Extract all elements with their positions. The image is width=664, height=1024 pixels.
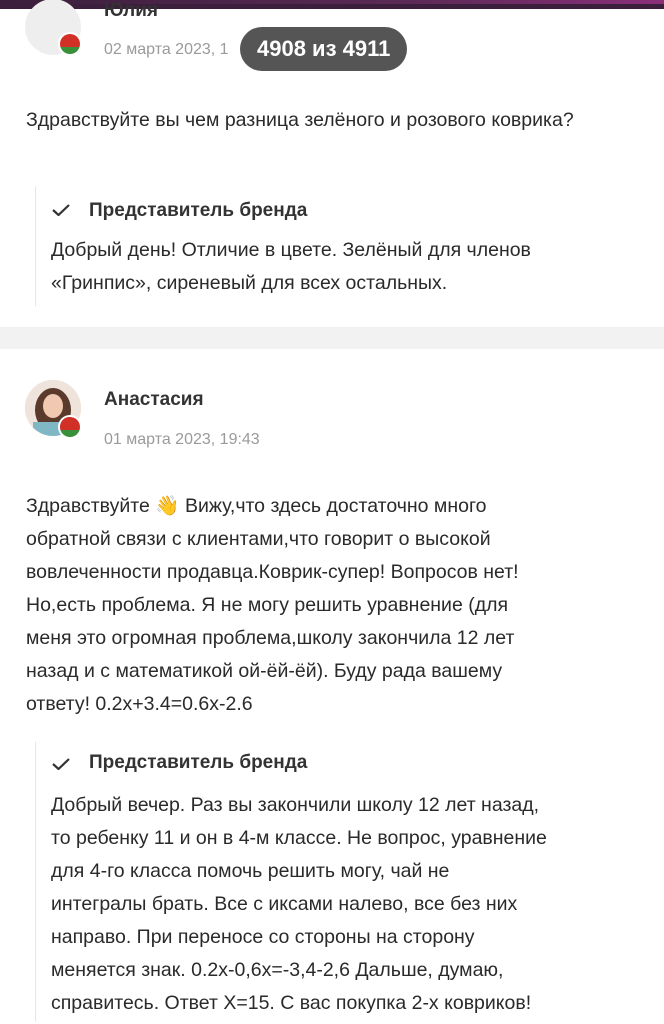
review-text-line: Но,есть проблема. Я не могу решить уравн…: [26, 594, 509, 616]
review-date: 01 марта 2023, 19:43: [104, 431, 260, 448]
review-text-line: назад и с математикой ой-ёй-ёй). Буду ра…: [26, 660, 503, 682]
brand-reply: Представитель бренда Добрый вечер. Раз в…: [35, 742, 547, 1022]
review-text-line: вовлеченности продавца.Коврик-супер! Воп…: [26, 561, 519, 583]
review-text: Здравствуйте 👋 Вижу,что здесь достаточно…: [26, 490, 626, 721]
review-card-2: Анастасия 01 марта 2023, 19:43 Здравству…: [0, 349, 664, 1024]
reply-text-line: справитесь. Ответ Х=15. С вас покупка 2-…: [51, 992, 532, 1014]
check-icon: [52, 758, 70, 770]
reply-text-line: для 4-го класса помочь решить могу, чай …: [51, 860, 450, 882]
review-author[interactable]: Юлия: [104, 0, 158, 22]
belarus-flag-icon: [58, 415, 82, 439]
top-accent-bar: [0, 0, 664, 9]
reply-text-line: направо. При переносе со стороны на стор…: [51, 926, 475, 948]
reply-text: Добрый вечер. Раз вы закончили школу 12 …: [51, 789, 651, 1020]
review-text-line: Здравствуйте 👋 Вижу,что здесь достаточно…: [26, 495, 487, 517]
top-accent-gradient: [0, 0, 664, 4]
belarus-flag-icon: [58, 32, 82, 56]
review-date: 02 марта 2023, 1: [104, 41, 229, 58]
brand-reply: Представитель бренда Добрый день! Отличи…: [35, 186, 531, 306]
reply-text-line: Добрый вечер. Раз вы закончили школу 12 …: [51, 794, 540, 816]
review-author[interactable]: Анастасия: [104, 389, 204, 411]
review-text-line: меня это огромная проблема,школу закончи…: [26, 627, 515, 649]
review-counter-badge: 4908 из 4911: [240, 27, 408, 71]
reply-text-line: то ребенку 11 и он в 4-м классе. Не вопр…: [51, 827, 547, 849]
review-text: Здравствуйте вы чем разница зелёного и р…: [26, 109, 574, 131]
reply-title: Представитель бренда: [89, 752, 308, 773]
review-text-line: ответу! 0.2х+3.4=0.6х-2.6: [26, 693, 253, 715]
reply-title: Представитель бренда: [89, 200, 308, 221]
review-separator: [0, 327, 664, 349]
check-icon: [52, 204, 70, 216]
reply-text-line: меняется знак. 0.2х-0,6х=-3,4-2,6 Дальше…: [51, 959, 504, 981]
waving-hand-icon: 👋: [155, 495, 180, 517]
review-text-line: обратной связи с клиентами,что говорит о…: [26, 528, 491, 550]
reply-text: Добрый день! Отличие в цвете. Зелёный дл…: [51, 239, 531, 294]
reply-text-line: интегралы брать. Все с иксами налево, вс…: [51, 893, 518, 915]
